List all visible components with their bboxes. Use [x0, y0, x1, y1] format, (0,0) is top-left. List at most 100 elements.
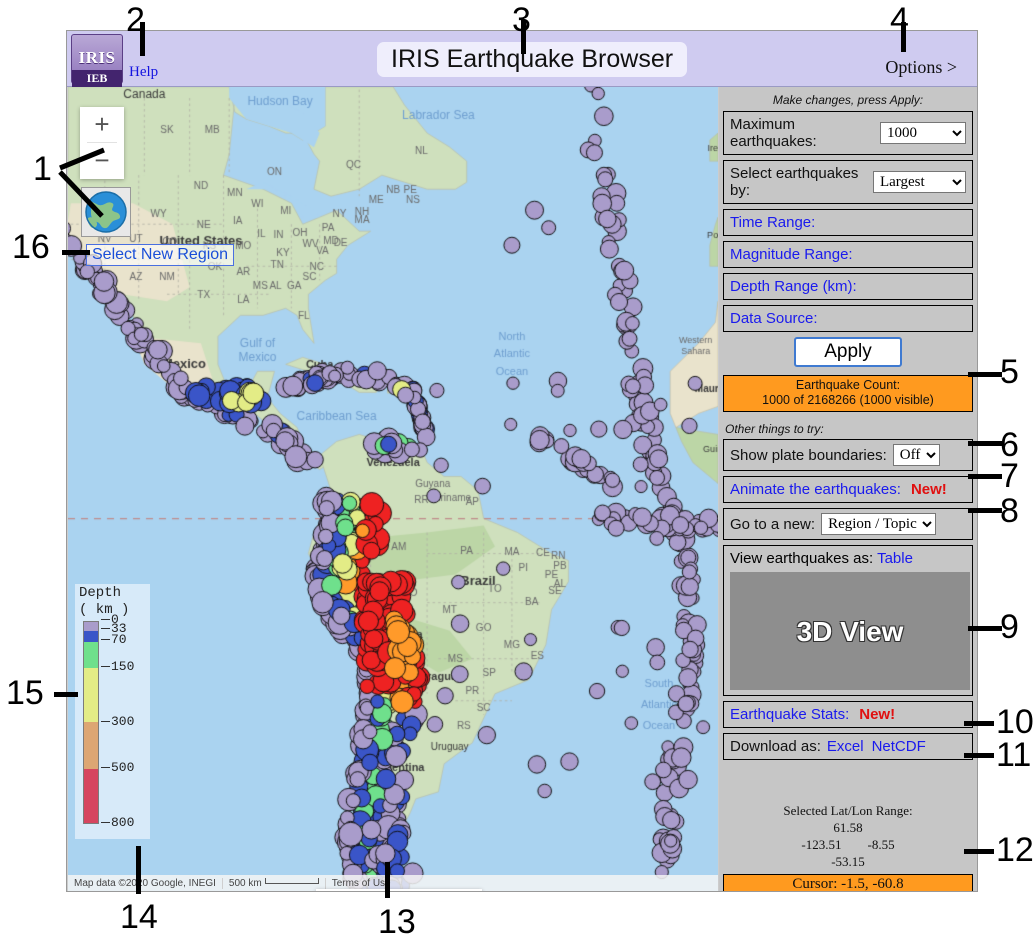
- goto-label: Go to a new:: [730, 516, 815, 533]
- animate-link[interactable]: Animate the earthquakes:: [730, 481, 901, 498]
- leader-1: [52, 140, 132, 230]
- depth-band-5: [84, 769, 98, 823]
- earthquake-count-badge: Earthquake Count: 1000 of 2168266 (1000 …: [723, 375, 973, 412]
- magnitude-range-row[interactable]: Magnitude Range:: [723, 241, 973, 268]
- depth-band-0: [84, 622, 98, 631]
- max-earthquakes-select[interactable]: 100250500100020005000: [880, 122, 966, 144]
- depth-label-500: 500: [101, 760, 134, 775]
- goto-region-select[interactable]: Region / Topic: [821, 513, 936, 535]
- earthquake-stats-row[interactable]: Earthquake Stats: New!: [723, 701, 973, 728]
- lat-north: 61.58: [723, 819, 973, 836]
- depth-band-3: [84, 668, 98, 722]
- leader-14: [136, 846, 141, 894]
- depth-color-bar: [83, 621, 99, 824]
- help-link[interactable]: Help: [129, 64, 158, 81]
- download-row: Download as: Excel NetCDF: [723, 733, 973, 760]
- basemap-map-button[interactable]: Map: [412, 889, 482, 891]
- plate-boundaries-select[interactable]: OffOn: [893, 444, 940, 466]
- leader-15: [54, 692, 78, 697]
- annotation-14: 14: [120, 900, 158, 934]
- scale-bar-icon: [265, 878, 319, 884]
- annotation-5: 5: [1000, 355, 1019, 389]
- other-things-hint: Other things to try:: [725, 422, 973, 436]
- 3d-view-thumbnail[interactable]: 3D View: [730, 572, 970, 690]
- download-excel-link[interactable]: Excel: [827, 738, 864, 755]
- annotation-11: 11: [996, 738, 1031, 772]
- header-earthquake-banner: [171, 32, 343, 86]
- cursor-readout: Cursor: -1.5, -60.8: [723, 874, 973, 892]
- leader-3: [521, 20, 526, 54]
- plate-boundaries-label: Show plate boundaries:: [730, 447, 887, 464]
- selected-latlon-range: Selected Lat/Lon Range: 61.58 -123.51 -8…: [723, 802, 973, 870]
- depth-band-2: [84, 642, 98, 668]
- select-new-region-button[interactable]: Select New Region: [86, 244, 234, 266]
- data-source-row[interactable]: Data Source:: [723, 305, 973, 332]
- leader-9: [968, 626, 1002, 631]
- annotation-9: 9: [1000, 610, 1019, 644]
- earthquake-count-detail: 1000 of 2168266 (1000 visible): [724, 393, 972, 408]
- max-earthquakes-label: Maximum earthquakes:: [730, 116, 874, 150]
- iris-logo-line2: IEB: [72, 70, 122, 87]
- leader-6: [968, 441, 1002, 446]
- depth-range-row[interactable]: Depth Range (km):: [723, 273, 973, 300]
- max-earthquakes-row: Maximum earthquakes: 1002505001000200050…: [723, 111, 973, 155]
- annotation-15: 15: [6, 676, 44, 710]
- select-by-row: Select earthquakes by: LargestMost Recen…: [723, 160, 973, 204]
- annotation-13: 13: [378, 905, 416, 939]
- leader-5: [968, 372, 1002, 377]
- map-scale: 500 km: [223, 878, 326, 889]
- leader-10: [964, 721, 994, 726]
- depth-label-70: 70: [101, 632, 127, 647]
- view-as-table-link[interactable]: Table: [877, 550, 913, 567]
- plate-boundaries-row: Show plate boundaries: OffOn: [723, 439, 973, 471]
- lon-east: -8.55: [868, 836, 895, 853]
- annotation-12: 12: [996, 833, 1034, 867]
- earthquake-count-title: Earthquake Count:: [724, 378, 972, 393]
- leader-4: [901, 22, 906, 52]
- time-range-row[interactable]: Time Range:: [723, 209, 973, 236]
- select-by-label: Select earthquakes by:: [730, 165, 867, 199]
- leader-2: [140, 22, 145, 56]
- options-link[interactable]: Options >: [885, 57, 957, 78]
- goto-region-row: Go to a new: Region / Topic: [723, 508, 973, 540]
- apply-hint: Make changes, press Apply:: [723, 93, 973, 107]
- leader-13: [385, 862, 390, 898]
- view-earthquakes-row: View earthquakes as: Table 3D View: [723, 545, 973, 696]
- annotation-7: 7: [1000, 459, 1019, 493]
- iris-logo-line1: IRIS: [72, 48, 122, 68]
- annotation-10: 10: [996, 705, 1034, 739]
- leader-16: [62, 250, 90, 255]
- download-netcdf-link[interactable]: NetCDF: [872, 738, 926, 755]
- map-canvas[interactable]: + − Select New Region Depth ( km ) 03370…: [68, 87, 718, 891]
- download-label: Download as:: [730, 738, 821, 755]
- animate-row[interactable]: Animate the earthquakes: New!: [723, 476, 973, 503]
- depth-label-300: 300: [101, 714, 134, 729]
- lon-west: -123.51: [801, 836, 841, 853]
- annotation-16: 16: [12, 230, 50, 264]
- basemap-satellite-button[interactable]: Satellite: [316, 889, 412, 891]
- depth-band-4: [84, 722, 98, 768]
- apply-button[interactable]: Apply: [794, 337, 902, 367]
- annotation-1: 1: [33, 152, 52, 186]
- depth-legend-title-1: Depth: [75, 584, 150, 601]
- earthquake-stats-link[interactable]: Earthquake Stats:: [730, 706, 849, 723]
- depth-label-800: 800: [101, 815, 134, 830]
- controls-panel: Make changes, press Apply: Maximum earth…: [719, 87, 977, 891]
- animate-new-badge: New!: [911, 481, 947, 498]
- basemap-switcher[interactable]: Satellite Map: [316, 889, 482, 891]
- leader-7: [968, 474, 1002, 479]
- depth-legend: Depth ( km ) 03370150300500800: [75, 584, 150, 839]
- view-as-label: View earthquakes as:: [730, 550, 873, 567]
- select-earthquakes-by-select[interactable]: LargestMost RecentRandom: [873, 171, 966, 193]
- 3d-view-label: 3D View: [730, 616, 970, 648]
- map-scale-label: 500 km: [229, 878, 262, 889]
- zoom-in-button[interactable]: +: [80, 107, 124, 142]
- page-title: IRIS Earthquake Browser: [377, 42, 687, 77]
- annotation-8: 8: [1000, 494, 1019, 528]
- depth-band-1: [84, 631, 98, 642]
- leader-11: [964, 753, 994, 758]
- lon-range: -123.51 -8.55: [723, 836, 973, 853]
- earthquake-stats-new-badge: New!: [859, 706, 895, 723]
- latlon-title: Selected Lat/Lon Range:: [723, 802, 973, 819]
- annotation-4: 4: [890, 3, 909, 37]
